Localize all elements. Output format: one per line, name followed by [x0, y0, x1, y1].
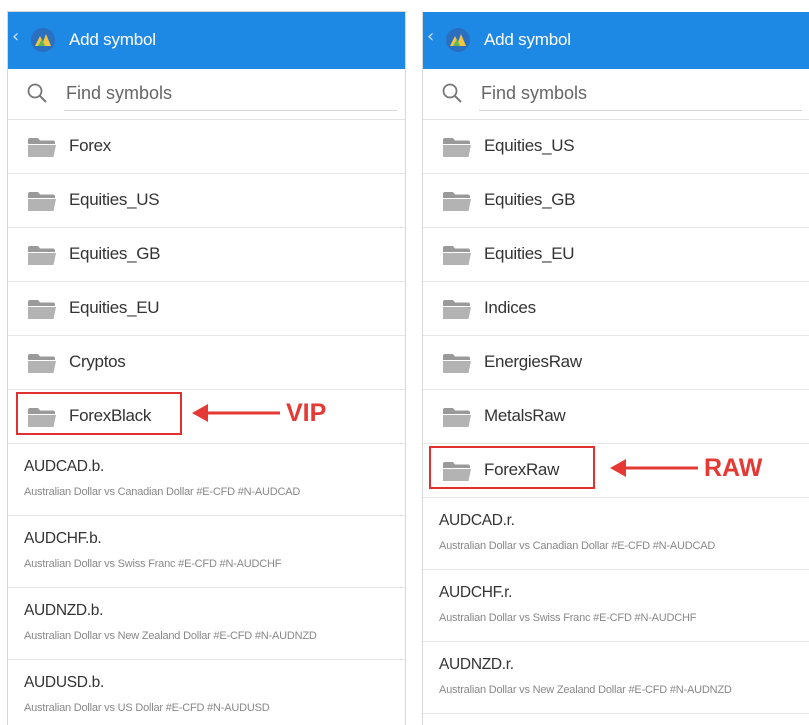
page-title: Add symbol	[484, 30, 571, 49]
folder-icon	[28, 354, 56, 373]
back-chevron-icon[interactable]: ‹	[427, 26, 434, 47]
left-panel: ‹ Add symbol Forex Equities_US Equities_GB…	[8, 12, 405, 725]
symbol-name: AUDNZD.r.	[439, 656, 514, 673]
folder-item[interactable]: Equities_US	[8, 174, 405, 228]
folder-icon	[443, 408, 471, 427]
symbol-name: AUDCHF.r.	[439, 584, 513, 601]
symbol-item[interactable]: AUDCHF.b. Australian Dollar vs Swiss Fran…	[8, 516, 405, 588]
search-icon	[442, 83, 462, 103]
search-input[interactable]	[66, 77, 386, 109]
app-bar: ‹ Add symbol	[423, 12, 809, 69]
vip-label: VIP	[286, 398, 327, 427]
search-bar	[8, 69, 405, 120]
folder-item[interactable]: MetalsRaw	[423, 390, 809, 444]
folder-label: Indices	[484, 298, 536, 317]
search-input[interactable]	[481, 77, 801, 109]
symbol-item[interactable]: AUDCAD.r. Australian Dollar vs Canadian D…	[423, 498, 809, 570]
folder-icon	[443, 354, 471, 373]
symbol-name: AUDCAD.b.	[24, 458, 104, 475]
folder-label: Cryptos	[69, 352, 126, 371]
symbol-item[interactable]: AUDNZD.b. Australian Dollar vs New Zealan…	[8, 588, 405, 660]
folder-icon	[443, 246, 471, 265]
folder-label: EnergiesRaw	[484, 352, 582, 371]
folder-icon	[443, 192, 471, 211]
symbol-description: Australian Dollar vs Swiss Franc #E-CFD …	[24, 558, 282, 570]
vip-callout: VIP	[190, 396, 326, 430]
app-bar: ‹ Add symbol	[8, 12, 405, 69]
page-title: Add symbol	[69, 30, 156, 49]
folder-item[interactable]: Equities_GB	[8, 228, 405, 282]
folder-icon	[28, 192, 56, 211]
symbol-description: Australian Dollar vs Swiss Franc #E-CFD …	[439, 612, 697, 624]
symbol-name: AUDCHF.b.	[24, 530, 102, 547]
symbol-item[interactable]: AUDCAD.b. Australian Dollar vs Canadian D…	[8, 444, 405, 516]
symbol-description: Australian Dollar vs New Zealand Dollar …	[439, 684, 732, 696]
folder-label: Equities_US	[484, 136, 575, 155]
forexraw-highlight-box	[429, 446, 595, 489]
folder-icon	[443, 138, 471, 157]
search-bar	[423, 69, 809, 120]
back-chevron-icon[interactable]: ‹	[12, 26, 19, 47]
folder-label: Equities_US	[69, 190, 160, 209]
folder-icon	[28, 138, 56, 157]
folder-label: Equities_EU	[484, 244, 575, 263]
folder-icon	[28, 300, 56, 319]
folder-item[interactable]: EnergiesRaw	[423, 336, 809, 390]
metatrader-logo-icon	[446, 28, 470, 52]
folder-label: Equities_EU	[69, 298, 160, 317]
symbol-name: AUDUSD.b.	[24, 674, 104, 691]
symbol-description: Australian Dollar vs US Dollar #E-CFD #N…	[24, 702, 270, 714]
folder-label: Equities_GB	[484, 190, 576, 209]
folder-item[interactable]: Equities_US	[423, 120, 809, 174]
folder-item[interactable]: Equities_GB	[423, 174, 809, 228]
symbol-item[interactable]: AUDUSD.b. Australian Dollar vs US Dollar …	[8, 660, 405, 725]
right-panel: ‹ Add symbol Equities_US Equities_GB Equit…	[422, 12, 809, 725]
search-icon	[27, 83, 47, 103]
folder-label: MetalsRaw	[484, 406, 566, 425]
search-underline	[479, 110, 802, 111]
folder-icon	[28, 246, 56, 265]
symbol-description: Australian Dollar vs Canadian Dollar #E-…	[24, 486, 301, 498]
raw-callout: RAW	[608, 451, 762, 485]
search-underline	[64, 110, 397, 111]
symbol-description: Australian Dollar vs New Zealand Dollar …	[24, 630, 317, 642]
folder-item[interactable]: Equities_EU	[8, 282, 405, 336]
metatrader-logo-icon	[31, 28, 55, 52]
folder-item[interactable]: Cryptos	[8, 336, 405, 390]
forexblack-highlight-box	[16, 392, 182, 435]
symbol-item[interactable]: AUDNZD.r. Australian Dollar vs New Zealan…	[423, 642, 809, 714]
folder-icon	[443, 300, 471, 319]
symbol-item[interactable]: AUDCHF.r. Australian Dollar vs Swiss Fran…	[423, 570, 809, 642]
symbol-name: AUDNZD.b.	[24, 602, 104, 619]
folder-label: Equities_GB	[69, 244, 161, 263]
symbol-description: Australian Dollar vs Canadian Dollar #E-…	[439, 540, 716, 552]
left-arrow-icon	[192, 404, 280, 422]
raw-label: RAW	[704, 453, 763, 482]
symbol-name: AUDCAD.r.	[439, 512, 515, 529]
folder-label: Forex	[69, 136, 111, 155]
folder-item[interactable]: Forex	[8, 120, 405, 174]
folder-item[interactable]: Indices	[423, 282, 809, 336]
folder-item[interactable]: Equities_EU	[423, 228, 809, 282]
left-arrow-icon	[610, 459, 698, 477]
